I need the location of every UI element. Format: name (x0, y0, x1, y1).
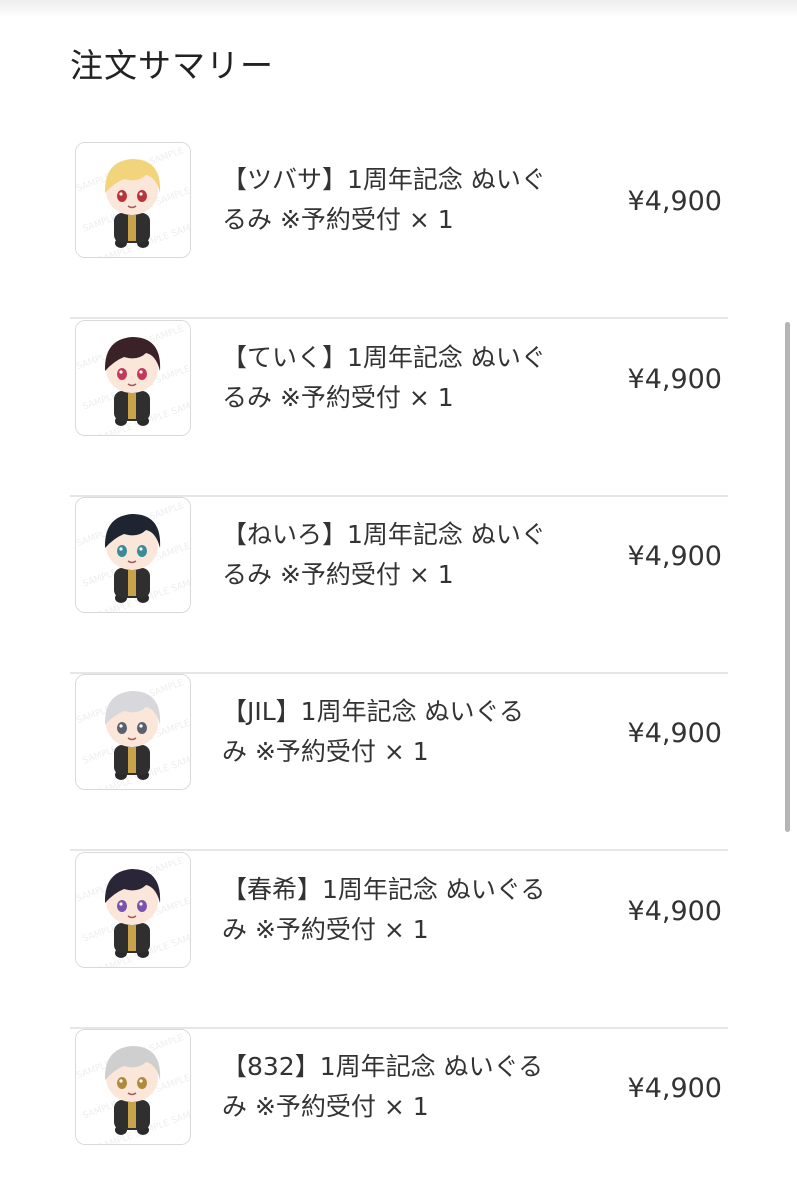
product-thumbnail[interactable]: SAMPLE SAMPLE SAMPLE SAMPLE SAMPLE SAMPLE… (75, 142, 191, 258)
product-name-line2: るみ ※予約受付 × 1 (222, 205, 454, 234)
product-name-line1: 【832】1周年記念 ぬいぐる (222, 1052, 544, 1081)
product-name: 【春希】1周年記念 ぬいぐるみ ※予約受付 × 1 (222, 870, 602, 950)
order-item: SAMPLE SAMPLE SAMPLE SAMPLE SAMPLE SAMPLE… (70, 497, 728, 674)
product-thumbnail[interactable]: SAMPLE SAMPLE SAMPLE SAMPLE SAMPLE SAMPLE… (75, 497, 191, 613)
order-summary-title: 注文サマリー (70, 46, 274, 85)
product-thumbnail[interactable]: SAMPLE SAMPLE SAMPLE SAMPLE SAMPLE SAMPLE… (75, 320, 191, 436)
product-name: 【ていく】1周年記念 ぬいぐ るみ ※予約受付 × 1 (222, 338, 602, 418)
scrollbar[interactable] (785, 322, 790, 832)
product-name-line1: 【ねいろ】1周年記念 ぬいぐ (222, 520, 546, 549)
product-name-line2: るみ ※予約受付 × 1 (222, 383, 454, 412)
plush-image: SAMPLE SAMPLE SAMPLE SAMPLE SAMPLE SAMPLE… (76, 853, 190, 967)
product-price: ¥4,900 (627, 541, 722, 572)
product-name: 【ツバサ】1周年記念 ぬいぐ るみ ※予約受付 × 1 (222, 160, 602, 240)
product-name-line1: 【春希】1周年記念 ぬいぐる (222, 875, 546, 904)
order-item: SAMPLE SAMPLE SAMPLE SAMPLE SAMPLE SAMPLE… (70, 852, 728, 1029)
product-price: ¥4,900 (627, 364, 722, 395)
plush-image: SAMPLE SAMPLE SAMPLE SAMPLE SAMPLE SAMPLE… (76, 321, 190, 435)
item-divider (70, 317, 728, 319)
plush-image: SAMPLE SAMPLE SAMPLE SAMPLE SAMPLE SAMPLE… (76, 143, 190, 257)
product-name: 【832】1周年記念 ぬいぐるみ ※予約受付 × 1 (222, 1047, 602, 1127)
product-price: ¥4,900 (627, 896, 722, 927)
product-name: 【JIL】1周年記念 ぬいぐるみ ※予約受付 × 1 (222, 692, 602, 772)
product-price: ¥4,900 (627, 1073, 722, 1104)
order-item: SAMPLE SAMPLE SAMPLE SAMPLE SAMPLE SAMPLE… (70, 674, 728, 851)
product-name-line1: 【ていく】1周年記念 ぬいぐ (222, 343, 546, 372)
product-name-line2: み ※予約受付 × 1 (222, 915, 429, 944)
plush-image: SAMPLE SAMPLE SAMPLE SAMPLE SAMPLE SAMPLE… (76, 675, 190, 789)
product-name-line1: 【JIL】1周年記念 ぬいぐる (222, 697, 525, 726)
product-price: ¥4,900 (627, 718, 722, 749)
order-item: SAMPLE SAMPLE SAMPLE SAMPLE SAMPLE SAMPLE… (70, 320, 728, 497)
order-item: SAMPLE SAMPLE SAMPLE SAMPLE SAMPLE SAMPLE… (70, 1029, 728, 1200)
order-summary-page: 注文サマリー SAMPLE SAMPLE SAMPLE SAMPLE SAMPLE… (0, 0, 797, 1200)
item-divider (70, 849, 728, 851)
order-item: SAMPLE SAMPLE SAMPLE SAMPLE SAMPLE SAMPLE… (70, 142, 728, 319)
product-thumbnail[interactable]: SAMPLE SAMPLE SAMPLE SAMPLE SAMPLE SAMPLE… (75, 674, 191, 790)
product-thumbnail[interactable]: SAMPLE SAMPLE SAMPLE SAMPLE SAMPLE SAMPLE… (75, 1029, 191, 1145)
product-name: 【ねいろ】1周年記念 ぬいぐ るみ ※予約受付 × 1 (222, 515, 602, 595)
product-thumbnail[interactable]: SAMPLE SAMPLE SAMPLE SAMPLE SAMPLE SAMPLE… (75, 852, 191, 968)
product-price: ¥4,900 (627, 186, 722, 217)
plush-image: SAMPLE SAMPLE SAMPLE SAMPLE SAMPLE SAMPLE… (76, 498, 190, 612)
plush-image: SAMPLE SAMPLE SAMPLE SAMPLE SAMPLE SAMPLE… (76, 1030, 190, 1144)
product-name-line2: み ※予約受付 × 1 (222, 737, 429, 766)
product-name-line1: 【ツバサ】1周年記念 ぬいぐ (222, 165, 546, 194)
product-name-line2: るみ ※予約受付 × 1 (222, 560, 454, 589)
product-name-line2: み ※予約受付 × 1 (222, 1092, 429, 1121)
top-shadow (0, 0, 797, 18)
